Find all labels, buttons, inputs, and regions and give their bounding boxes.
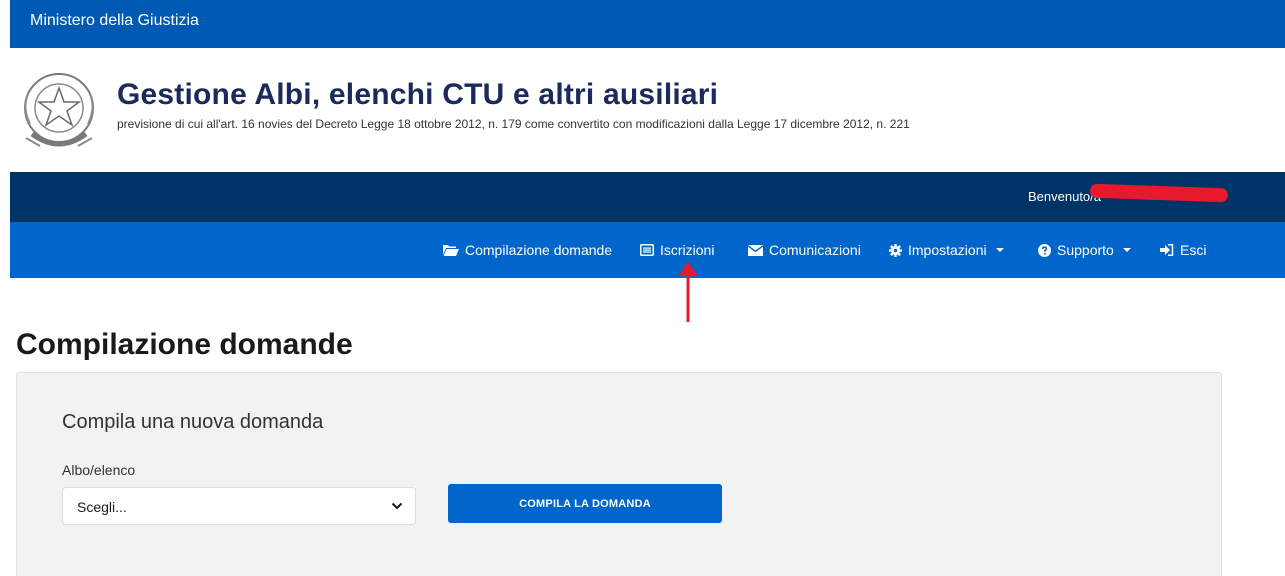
sign-out-icon xyxy=(1160,244,1174,256)
nav-label: Compilazione domande xyxy=(465,242,613,258)
nav-label: Supporto xyxy=(1057,242,1114,258)
nav-esci[interactable]: Esci xyxy=(1160,242,1206,258)
ministry-bar: Ministero della Giustizia xyxy=(10,0,1285,48)
user-bar: Benvenuto/a xyxy=(10,172,1285,222)
chevron-down-icon xyxy=(391,502,403,510)
nav-impostazioni[interactable]: Impostazioni xyxy=(889,242,1004,258)
nav-compilazione-domande[interactable]: Compilazione domande xyxy=(443,242,612,258)
nav-label: Esci xyxy=(1180,242,1207,258)
list-alt-icon xyxy=(640,244,654,256)
app-title: Gestione Albi, elenchi CTU e altri ausil… xyxy=(117,78,719,111)
nav-comunicazioni[interactable]: Comunicazioni xyxy=(748,242,861,258)
nav-iscrizioni[interactable]: Iscrizioni xyxy=(640,242,714,258)
app-subtitle: previsione di cui all'art. 16 novies del… xyxy=(117,117,910,131)
select-value: Scegli... xyxy=(77,499,127,515)
main-navbar: Compilazione domande Iscrizioni Comunica… xyxy=(10,222,1285,278)
new-application-panel: Compila una nuova domanda Albo/elenco Sc… xyxy=(16,372,1222,576)
question-circle-icon xyxy=(1038,243,1051,257)
nav-supporto[interactable]: Supporto xyxy=(1038,242,1131,258)
panel-title: Compila una nuova domanda xyxy=(62,411,324,433)
envelope-icon xyxy=(748,244,763,256)
redaction-mark xyxy=(1089,183,1229,203)
chevron-down-icon xyxy=(1122,248,1131,252)
cog-icon xyxy=(889,243,902,257)
albo-elenco-select[interactable]: Scegli... xyxy=(62,487,416,525)
ministry-name: Ministero della Giustizia xyxy=(30,12,199,29)
annotation-arrow-icon xyxy=(678,262,698,322)
chevron-down-icon xyxy=(995,248,1004,252)
nav-label: Impostazioni xyxy=(908,242,987,258)
albo-elenco-label: Albo/elenco xyxy=(62,462,136,478)
nav-label: Iscrizioni xyxy=(660,242,715,258)
compila-domanda-button[interactable]: COMPILA LA DOMANDA xyxy=(448,484,722,523)
page-title: Compilazione domande xyxy=(16,328,353,361)
nav-label: Comunicazioni xyxy=(769,242,861,258)
site-header: Gestione Albi, elenchi CTU e altri ausil… xyxy=(10,48,1285,172)
folder-open-icon xyxy=(443,245,459,256)
republic-emblem-icon xyxy=(24,73,94,147)
